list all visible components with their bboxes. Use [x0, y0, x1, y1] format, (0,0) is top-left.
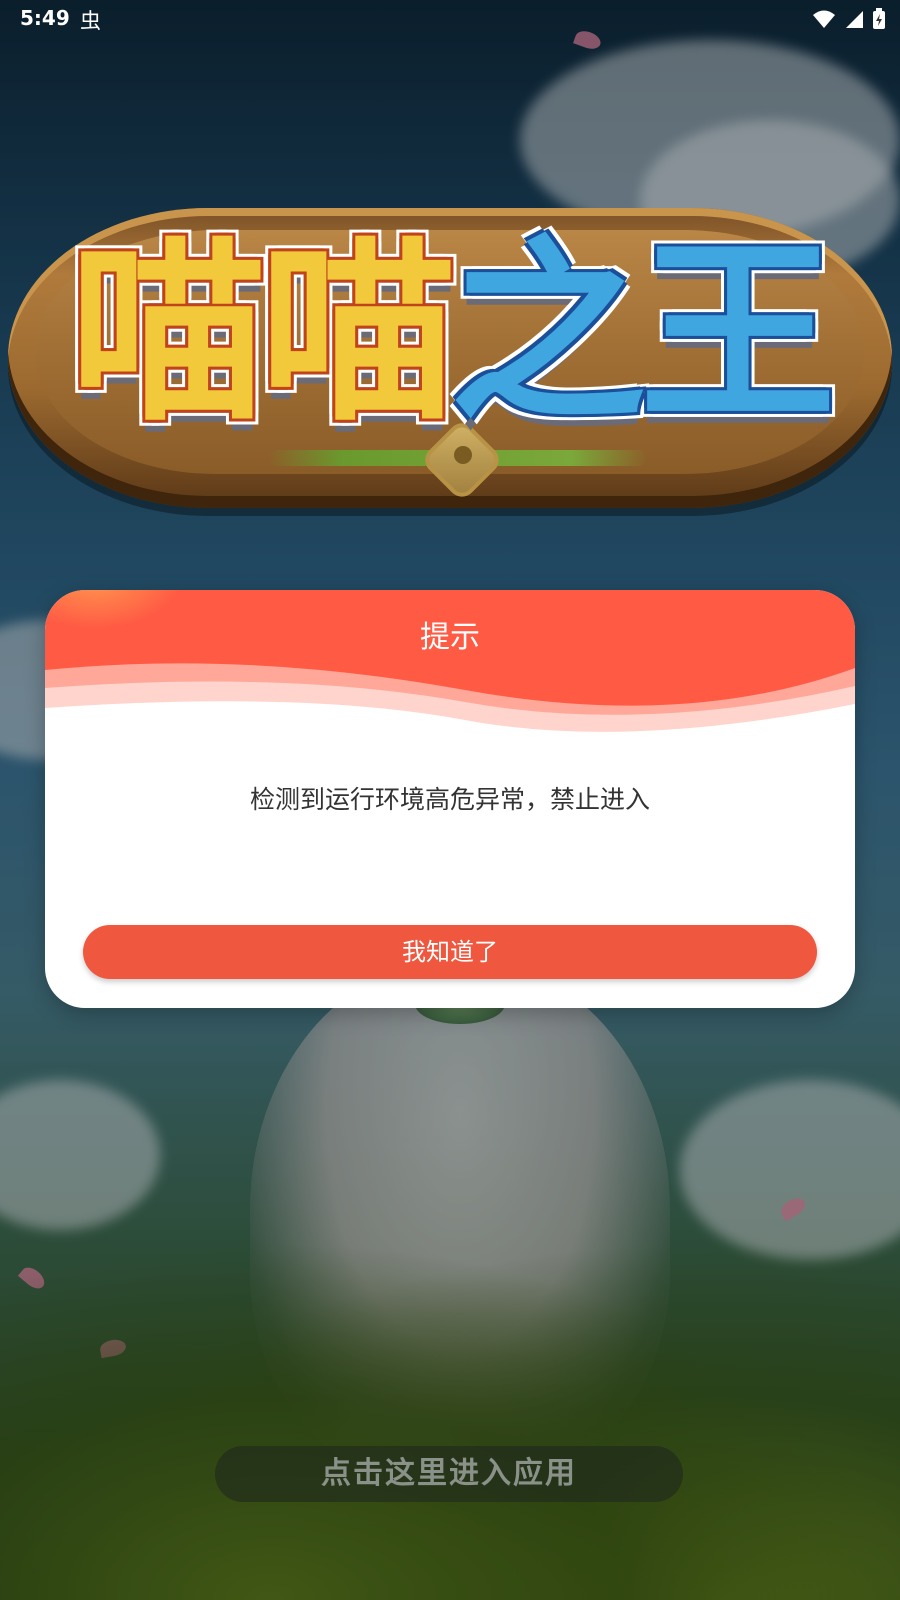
dialog-message: 检测到运行环境高危异常，禁止进入 [249, 785, 650, 814]
alert-dialog: 提示 检测到运行环境高危异常，禁止进入 我知道了 [45, 590, 855, 1008]
header-wave [45, 663, 855, 750]
cellular-signal-icon [846, 11, 863, 28]
status-bar: 5:49 虫 [0, 0, 900, 40]
notification-bug-icon: 虫 [80, 9, 101, 33]
battery-charging-icon [873, 8, 885, 29]
wifi-icon [813, 10, 835, 28]
dialog-header: 提示 [45, 590, 855, 750]
status-icons [812, 8, 886, 30]
logo-title-cool: 之王 [450, 220, 836, 448]
status-time: 5:49 [20, 6, 70, 30]
game-logo: 喵喵之王 [8, 208, 892, 508]
dialog-title: 提示 [420, 620, 480, 655]
logo-title-warm: 喵喵 [69, 220, 456, 448]
enter-app-button[interactable]: 点击这里进入应用 [215, 1446, 683, 1502]
logo-title: 喵喵之王 [8, 214, 892, 454]
confirm-button[interactable]: 我知道了 [83, 925, 817, 979]
